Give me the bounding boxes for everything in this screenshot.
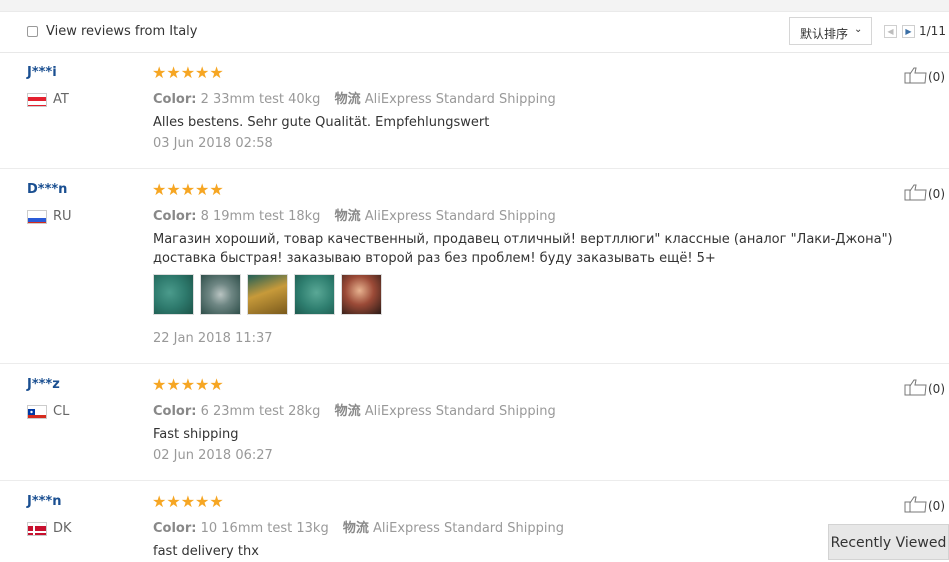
- review-date: 22 Jan 2018 11:37: [153, 331, 273, 346]
- review-date: 03 Jun 2018 02:58: [153, 136, 273, 151]
- recently-viewed-button[interactable]: Recently Viewed: [828, 524, 949, 560]
- useful-button[interactable]: (0): [904, 183, 945, 201]
- shipping-value: AliExpress Standard Shipping: [373, 521, 565, 536]
- useful-count: (0): [928, 499, 945, 513]
- shipping-value: AliExpress Standard Shipping: [364, 209, 556, 224]
- caret-right-icon: ▶: [905, 27, 912, 36]
- chevron-down-icon: ⌄: [854, 24, 863, 35]
- reviewer-name[interactable]: D***n: [27, 182, 67, 197]
- reviewer-name[interactable]: J***n: [27, 494, 62, 509]
- caret-left-icon: ◀: [887, 27, 894, 36]
- thumbs-up-icon: [904, 379, 927, 396]
- star-rating: ★★★★★: [152, 180, 224, 199]
- review-item: J***n DK ★★★★★ Color: 10 16mm test 13kg …: [0, 482, 949, 562]
- review-item: J***z CL ★★★★★ Color: 6 23mm test 28kg 物…: [0, 365, 949, 481]
- flag-dk-icon: [27, 522, 47, 536]
- useful-button[interactable]: (0): [904, 378, 945, 396]
- review-meta: Color: 6 23mm test 28kg 物流 AliExpress St…: [153, 400, 556, 419]
- color-key: Color:: [153, 209, 197, 224]
- review-text: Fast shipping: [153, 427, 239, 442]
- shipping-key: 物流: [334, 92, 361, 107]
- review-meta: Color: 8 19mm test 18kg 物流 AliExpress St…: [153, 205, 556, 224]
- reviewer-name[interactable]: J***i: [27, 65, 57, 80]
- shipping-key: 物流: [342, 521, 369, 536]
- review-date: 02 Jun 2018 06:27: [153, 448, 273, 463]
- flag-at-icon: [27, 93, 47, 107]
- thumbs-up-icon: [904, 67, 927, 84]
- reviewer-name[interactable]: J***z: [27, 377, 60, 392]
- review-item: D***n RU ★★★★★ Color: 8 19mm test 18kg 物…: [0, 170, 949, 364]
- useful-count: (0): [928, 187, 945, 201]
- reviewer-country: AT: [53, 92, 69, 107]
- shipping-value: AliExpress Standard Shipping: [364, 92, 556, 107]
- review-text: Магазин хороший, товар качественный, про…: [153, 232, 893, 266]
- review-text: fast delivery thx: [153, 544, 259, 559]
- useful-count: (0): [928, 70, 945, 84]
- useful-button[interactable]: (0): [904, 495, 945, 513]
- page-indicator: 1/11: [919, 24, 946, 38]
- reviewer-country: DK: [53, 521, 72, 536]
- page-next-button[interactable]: ▶: [902, 25, 915, 38]
- review-photo-thumbnail[interactable]: [153, 274, 194, 315]
- color-key: Color:: [153, 521, 197, 536]
- star-rating: ★★★★★: [152, 375, 224, 394]
- color-value: 8 19mm test 18kg: [200, 209, 321, 224]
- color-key: Color:: [153, 404, 197, 419]
- review-toolbar: View reviews from Italy 默认排序 ⌄ ◀ ▶ 1/11: [0, 12, 949, 53]
- review-photo-thumbnail[interactable]: [200, 274, 241, 315]
- star-rating: ★★★★★: [152, 63, 224, 82]
- color-value: 6 23mm test 28kg: [200, 404, 321, 419]
- shipping-value: AliExpress Standard Shipping: [364, 404, 556, 419]
- sort-dropdown-label: 默认排序: [800, 27, 849, 41]
- flag-ru-icon: [27, 210, 47, 224]
- color-key: Color:: [153, 92, 197, 107]
- review-meta: Color: 10 16mm test 13kg 物流 AliExpress S…: [153, 517, 564, 536]
- page-prev-button[interactable]: ◀: [884, 25, 897, 38]
- reviewer-country: RU: [53, 209, 72, 224]
- shipping-key: 物流: [334, 209, 361, 224]
- thumbs-up-icon: [904, 496, 927, 513]
- filter-country-label[interactable]: View reviews from Italy: [46, 24, 197, 39]
- color-value: 2 33mm test 40kg: [200, 92, 321, 107]
- reviewer-country: CL: [53, 404, 70, 419]
- review-photo-thumbnail[interactable]: [247, 274, 288, 315]
- review-item: J***i AT ★★★★★ Color: 2 33mm test 40kg 物…: [0, 53, 949, 169]
- thumbs-up-icon: [904, 184, 927, 201]
- review-photo-thumbnail[interactable]: [341, 274, 382, 315]
- shipping-key: 物流: [334, 404, 361, 419]
- filter-country-checkbox[interactable]: [27, 26, 38, 37]
- useful-count: (0): [928, 382, 945, 396]
- review-photo-thumbnail[interactable]: [294, 274, 335, 315]
- top-strip: [0, 0, 949, 12]
- star-rating: ★★★★★: [152, 492, 224, 511]
- sort-dropdown[interactable]: 默认排序 ⌄: [789, 17, 872, 45]
- review-meta: Color: 2 33mm test 40kg 物流 AliExpress St…: [153, 88, 556, 107]
- useful-button[interactable]: (0): [904, 66, 945, 84]
- color-value: 10 16mm test 13kg: [200, 521, 329, 536]
- flag-cl-icon: [27, 405, 47, 419]
- review-text: Alles bestens. Sehr gute Qualität. Empfe…: [153, 115, 490, 130]
